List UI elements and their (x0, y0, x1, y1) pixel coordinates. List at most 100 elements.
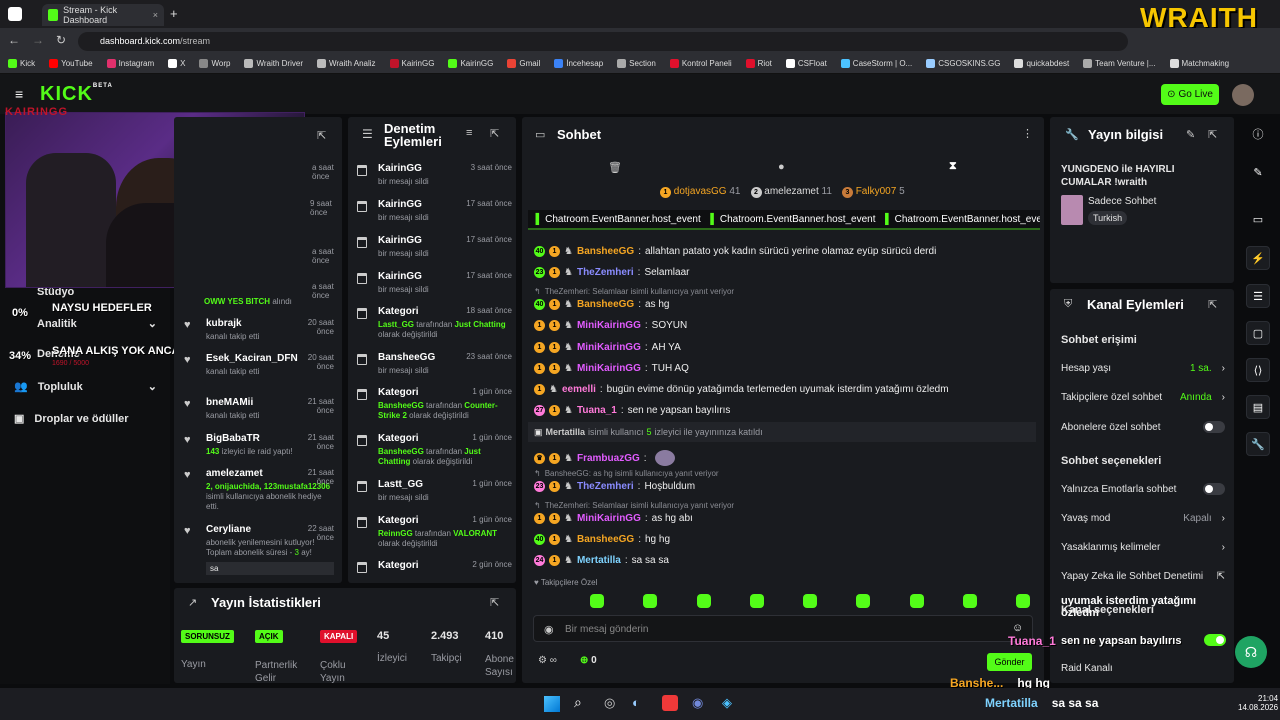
bookmark-item[interactable]: KairinGG (389, 59, 434, 68)
avatar[interactable] (1232, 84, 1254, 106)
support-button[interactable]: ☊ (1235, 636, 1267, 668)
go-live-button[interactable]: ⊙ Go Live (1161, 84, 1219, 105)
bookmark-item[interactable]: CaseStorm | O... (840, 59, 912, 68)
search-icon[interactable]: ⌕ (574, 694, 582, 711)
chat-username[interactable]: BansheeGG (577, 534, 634, 545)
forward-icon[interactable]: → (32, 33, 44, 47)
more-options-icon[interactable]: ⋮ (1022, 127, 1033, 140)
chat-username[interactable]: MiniKairinGG (577, 363, 641, 374)
bookmark-item[interactable]: İncehesap (554, 59, 603, 68)
chat-username[interactable]: TheZemheri (577, 481, 634, 492)
smiley-icon[interactable]: ☺ (1012, 622, 1023, 634)
chat-username[interactable]: MiniKairinGG (577, 342, 641, 353)
bookmark-item[interactable]: Team Venture |... (1083, 59, 1156, 68)
emote-only-setting[interactable]: Yalnızca Emotlarla sohbet (1061, 483, 1225, 495)
layout-icon[interactable]: ▭ (1246, 207, 1270, 231)
vivaldi-menu-icon[interactable] (8, 7, 22, 21)
bookmark-item[interactable]: Kontrol Paneli (669, 59, 732, 68)
app-icon[interactable]: ◎ (604, 695, 615, 711)
edit-icon[interactable]: ✎ (1186, 128, 1195, 141)
sidebar-item-analytics[interactable]: Analitik ⌄ (37, 317, 157, 331)
app-icon[interactable]: ◈ (722, 695, 732, 711)
followers-chat-setting[interactable]: Takipçilere özel sohbet Anında › (1061, 392, 1225, 403)
discord-icon[interactable]: ◉ (692, 695, 703, 711)
sidebar-item-drops[interactable]: ▣ Droplar ve ödüller (14, 412, 129, 426)
chat-username[interactable]: FrambuazGG (577, 453, 640, 464)
chat-username[interactable]: BansheeGG (577, 246, 634, 257)
bookmark-item[interactable]: Riot (745, 59, 772, 68)
tab-close-icon[interactable]: × (153, 10, 158, 20)
slow-mode-setting[interactable]: Yavaş mod Kapalı › (1061, 513, 1225, 524)
chat-username[interactable]: Tuana_1 (577, 405, 617, 416)
popout-icon[interactable]: ⇱ (490, 127, 499, 140)
chat-message[interactable]: ♛ 1 ♞ FrambuazGG: (534, 450, 675, 466)
quick-emote-icon[interactable] (643, 594, 658, 608)
bookmark-item[interactable]: Gmail (507, 59, 540, 68)
bookmark-item[interactable]: CSGOSKINS.GG (926, 59, 1000, 68)
code-icon[interactable]: ⟨⟩ (1246, 358, 1270, 382)
bookmark-item[interactable]: Kick (8, 59, 35, 68)
stack-icon[interactable]: ▤ (1246, 395, 1270, 419)
chat-username[interactable]: eemelli (562, 384, 596, 395)
trash-icon[interactable]: 🗑 (608, 161, 622, 174)
windows-start-icon[interactable] (544, 696, 560, 712)
chat-message[interactable]: 40 1 ♞ BansheeGG: as hg (534, 299, 669, 310)
bookmark-item[interactable]: YouTube (49, 59, 93, 68)
banned-words-setting[interactable]: Yasaklanmış kelimeler › (1061, 542, 1225, 553)
quick-emote-icon[interactable] (1016, 594, 1030, 608)
hourglass-icon[interactable]: ⧗ (949, 160, 957, 173)
chat-message[interactable]: 24 1 ♞ Mertatilla: sa sa sa (534, 555, 669, 566)
bookmark-item[interactable]: KairinGG (448, 59, 493, 68)
chat-message[interactable]: 1 1 ♞ MiniKairinGG: TUH AQ (534, 363, 689, 374)
quick-emote-icon[interactable] (909, 594, 924, 608)
chat-username[interactable]: MiniKairinGG (577, 513, 641, 524)
chat-message[interactable]: 40 1 ♞ BansheeGG: allahtan patato yok kadın … (534, 246, 936, 257)
url-field[interactable]: dashboard.kick.com/stream (78, 32, 1128, 51)
popout-icon[interactable]: ⇱ (1208, 128, 1217, 141)
account-age-setting[interactable]: Hesap yaşı 1 sa. › (1061, 363, 1225, 374)
chat-username[interactable]: MiniKairinGG (577, 320, 641, 331)
bookmark-item[interactable]: X (168, 59, 185, 68)
chat-icon[interactable]: ▢ (1246, 321, 1270, 345)
bolt-icon[interactable]: ⚡ (1246, 246, 1270, 270)
chat-bubble-icon[interactable]: ● (778, 161, 785, 173)
info-icon[interactable]: ⓘ (1246, 122, 1270, 146)
vivaldi-icon[interactable] (662, 695, 678, 711)
chat-username[interactable]: BansheeGG (577, 299, 634, 310)
bookmark-item[interactable]: Section (617, 59, 656, 68)
chat-message[interactable]: 1 1 ♞ MiniKairinGG: AH YA (534, 342, 681, 353)
wrench-icon[interactable]: 🔧 (1246, 432, 1270, 456)
popout-icon[interactable]: ⇱ (317, 129, 326, 142)
chat-username[interactable]: Mertatilla (577, 555, 621, 566)
quick-emote-icon[interactable] (590, 594, 604, 608)
chat-message[interactable]: 23 1 ♞ TheZemheri: Selamlaar (534, 267, 689, 278)
bookmark-item[interactable]: quickabdest (1014, 59, 1069, 68)
chat-username[interactable]: TheZemheri (577, 267, 634, 278)
quick-emote-icon[interactable] (696, 594, 711, 608)
emoji-icon[interactable]: ◉ (544, 623, 554, 636)
chat-input[interactable]: ◉ Bir mesaj gönderin ☺ (533, 615, 1033, 642)
channel-option-toggle[interactable] (1204, 634, 1226, 649)
edit-icon[interactable]: ✎ (1246, 160, 1270, 184)
ai-moderation-setting[interactable]: Yapay Zeka ile Sohbet Denetimi ⇱ (1061, 571, 1225, 582)
reload-icon[interactable]: ↻ (56, 33, 66, 47)
send-button[interactable]: Gönder (987, 653, 1032, 671)
emote-only-toggle[interactable] (1203, 483, 1225, 495)
quick-emote-icon[interactable] (962, 594, 977, 608)
browser-tab[interactable]: Stream - Kick Dashboard × (42, 4, 164, 26)
list-icon[interactable]: ☰ (1246, 284, 1270, 308)
back-icon[interactable]: ← (8, 33, 20, 47)
bookmark-item[interactable]: Wraith Analiz (316, 59, 376, 68)
kick-logo[interactable]: KICKBETA (40, 83, 113, 106)
bookmark-item[interactable]: Matchmaking (1169, 59, 1229, 68)
quick-emote-icon[interactable] (803, 594, 817, 608)
filter-icon[interactable]: ≡ (466, 127, 472, 139)
chat-message[interactable]: 40 1 ♞ BansheeGG: hg hg (534, 534, 670, 545)
channel-points[interactable]: ⊕ 0 (580, 655, 597, 666)
popout-icon[interactable]: ⇱ (1208, 298, 1217, 311)
bookmark-item[interactable]: CSFloat (785, 59, 827, 68)
chat-message[interactable]: 1 ♞ eemelli: bugün evime dönüp yatağımda te… (534, 384, 949, 395)
bookmark-item[interactable]: Instagram (106, 59, 154, 68)
chat-message[interactable]: 1 1 ♞ MiniKairinGG: SOYUN (534, 320, 687, 331)
new-tab-icon[interactable]: + (170, 6, 178, 21)
